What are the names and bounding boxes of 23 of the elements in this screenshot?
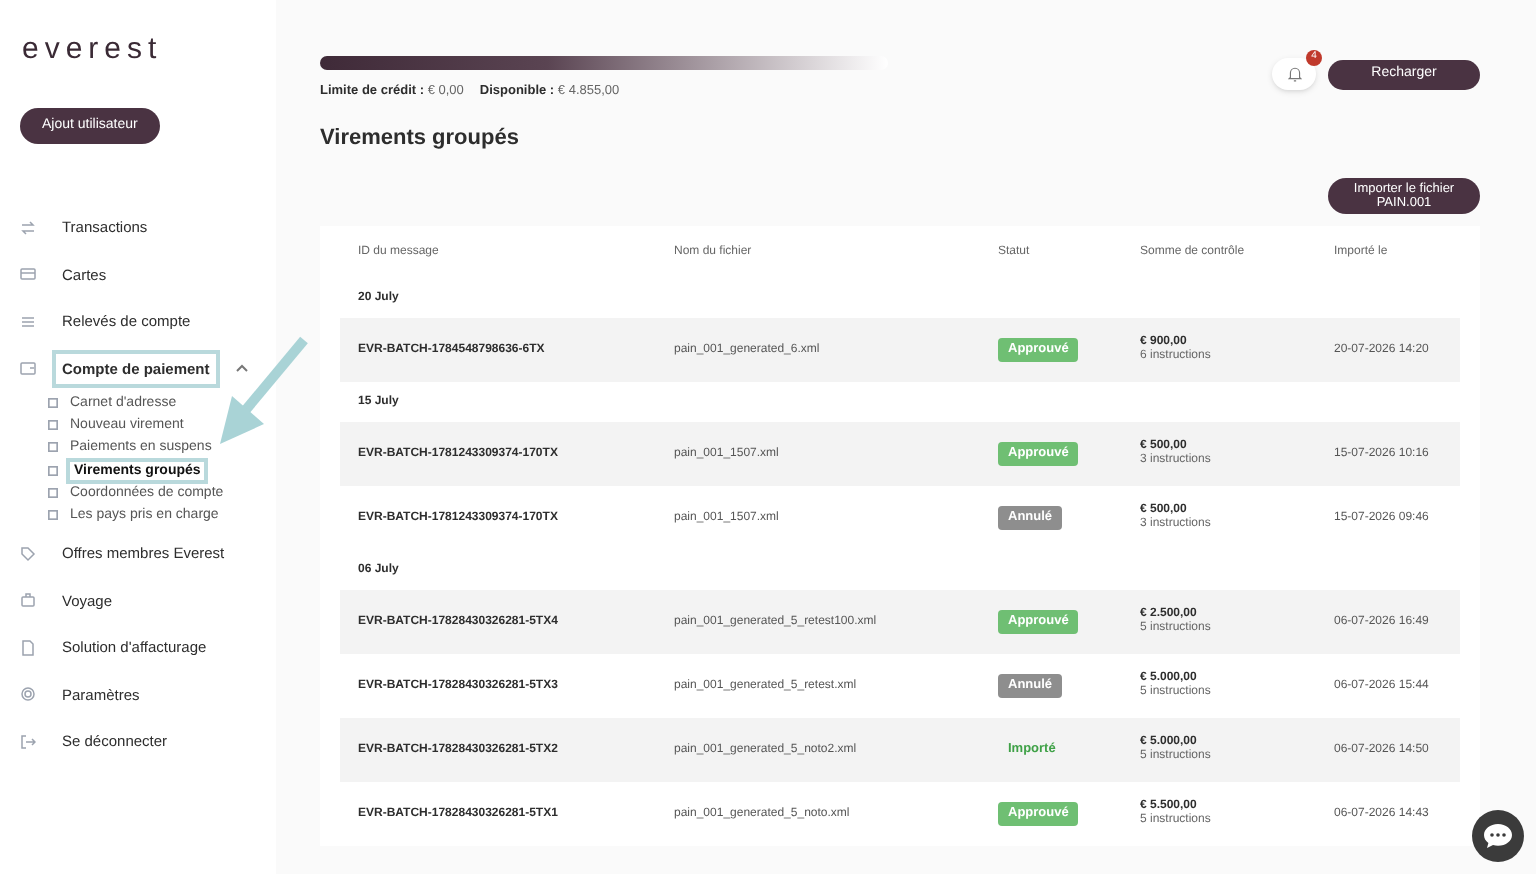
chat-bubble-icon [1482,822,1514,850]
logo: everest [20,30,165,70]
logout-icon [20,733,36,750]
gear-icon [20,686,36,703]
wallet-icon [20,360,36,377]
bullet-icon [48,420,58,431]
chat-button[interactable] [1472,810,1524,862]
card-icon [20,266,36,283]
doc-icon [20,639,36,656]
bell-icon [1287,66,1301,82]
chevron-icon[interactable] [235,364,248,373]
bullet-icon [48,487,58,498]
tag-icon [20,545,36,562]
bullet-icon [48,442,58,453]
bag-icon [20,592,36,609]
notification-button[interactable] [1272,58,1316,90]
bullet-icon [48,510,58,521]
annotation-arrow [216,336,308,448]
page-title: Virements groupés [320,123,521,154]
list-icon [20,313,36,330]
bullet-icon [48,465,58,476]
arrows-icon [20,219,36,236]
bullet-icon [48,398,58,409]
